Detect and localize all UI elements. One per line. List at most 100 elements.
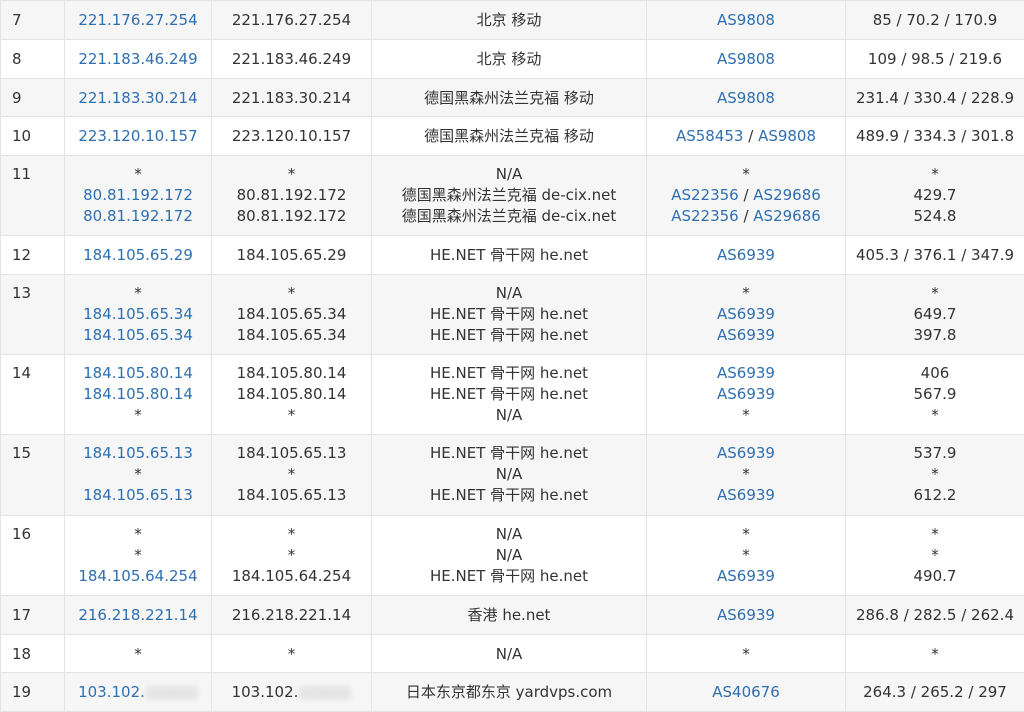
cell-line: 德国黑森州法兰克福 de-cix.net: [372, 206, 646, 227]
ip-cell: 223.120.10.157: [65, 117, 212, 156]
cell-line: 109 / 98.5 / 219.6: [846, 49, 1024, 70]
cell-line: N/A: [372, 524, 646, 545]
ip-link[interactable]: 223.120.10.157: [78, 127, 197, 145]
ip-link[interactable]: 184.105.80.14: [83, 364, 193, 382]
cell-line: 221.183.30.214: [65, 88, 211, 109]
cell-line: *: [846, 405, 1024, 426]
rtt-cell: *: [846, 635, 1024, 673]
rtt-values: 405.3 / 376.1 / 347.9: [856, 246, 1014, 264]
rtt-cell: 109 / 98.5 / 219.6: [846, 40, 1024, 79]
asn-link[interactable]: AS6939: [717, 385, 775, 403]
hostname: 184.105.65.13: [237, 444, 347, 462]
cell-line: HE.NET 骨干网 he.net: [372, 245, 646, 266]
location: 德国黑森州法兰克福 de-cix.net: [402, 186, 617, 204]
cell-line: 184.105.65.34: [212, 304, 371, 325]
ip-link[interactable]: 184.105.64.254: [78, 567, 197, 585]
cell-line: *: [846, 524, 1024, 545]
rtt-cell: 489.9 / 334.3 / 301.8: [846, 117, 1024, 156]
ip-link[interactable]: 221.183.46.249: [78, 50, 197, 68]
table-row: 19103.102.103.102.日本东京都东京 yardvps.comAS4…: [1, 673, 1024, 712]
rtt-cell: 85 / 70.2 / 170.9: [846, 1, 1024, 40]
hostname: 184.105.64.254: [232, 567, 351, 585]
ip-link[interactable]: 184.105.65.34: [83, 326, 193, 344]
location: N/A: [496, 546, 523, 564]
traceroute-table-body: 7221.176.27.254221.176.27.254北京 移动AS9808…: [1, 1, 1024, 712]
hostname: 184.105.80.14: [237, 385, 347, 403]
hostname-cell: **184.105.64.254: [212, 516, 372, 596]
rtt-values: 231.4 / 330.4 / 228.9: [856, 89, 1014, 107]
cell-line: N/A: [372, 464, 646, 485]
cell-line: 567.9: [846, 384, 1024, 405]
ip-link[interactable]: 80.81.192.172: [83, 186, 193, 204]
asn-link[interactable]: AS40676: [712, 683, 780, 701]
hop-number: 8: [12, 49, 64, 70]
ip-link[interactable]: 80.81.192.172: [83, 207, 193, 225]
location-cell: HE.NET 骨干网 he.netHE.NET 骨干网 he.netN/A: [372, 355, 647, 435]
asn-link[interactable]: AS9808: [717, 50, 775, 68]
asn-link[interactable]: AS6939: [717, 326, 775, 344]
location: HE.NET 骨干网 he.net: [430, 486, 588, 504]
asn-link[interactable]: AS6939: [717, 305, 775, 323]
hop-number: 17: [12, 605, 64, 626]
asn-link[interactable]: AS58453: [676, 127, 744, 145]
asn-link[interactable]: AS9808: [717, 89, 775, 107]
asn-cell: AS6939*AS6939: [647, 435, 846, 516]
asn-link[interactable]: AS6939: [717, 486, 775, 504]
ip-link[interactable]: 184.105.65.34: [83, 305, 193, 323]
asn-link[interactable]: AS6939: [717, 606, 775, 624]
hop-number-cell: 9: [1, 79, 65, 117]
asn-link[interactable]: AS9808: [758, 127, 816, 145]
cell-line: 184.105.65.13: [65, 485, 211, 506]
cell-line: 103.102.: [65, 682, 211, 703]
hop-number: 7: [12, 10, 64, 31]
rtt-values: 286.8 / 282.5 / 262.4: [856, 606, 1014, 624]
location: HE.NET 骨干网 he.net: [430, 326, 588, 344]
cell-line: 216.218.221.14: [65, 605, 211, 626]
rtt-cell: 406567.9*: [846, 355, 1024, 435]
asn-link[interactable]: AS29686: [753, 186, 821, 204]
ip-link[interactable]: 184.105.65.13: [83, 486, 193, 504]
asn-link[interactable]: AS6939: [717, 364, 775, 382]
rtt-values: 524.8: [914, 207, 957, 225]
ip-timeout: *: [134, 406, 142, 424]
asn-cell: AS6939AS6939*: [647, 355, 846, 435]
hop-number: 10: [12, 126, 64, 147]
rtt-values: *: [931, 546, 939, 564]
ip-link[interactable]: 103.102.: [78, 683, 145, 701]
asn-link[interactable]: AS6939: [717, 444, 775, 462]
ip-link[interactable]: 184.105.65.29: [83, 246, 193, 264]
cell-line: AS6939: [647, 443, 845, 464]
ip-link[interactable]: 221.176.27.254: [78, 11, 197, 29]
hop-number: 14: [12, 363, 64, 384]
hostname: 103.102.: [232, 683, 299, 701]
cell-line: *: [846, 545, 1024, 566]
cell-line: 184.105.65.34: [65, 304, 211, 325]
cell-line: 184.105.80.14: [212, 384, 371, 405]
asn-separator: /: [743, 127, 758, 145]
hostname: *: [288, 546, 296, 564]
ip-link[interactable]: 216.218.221.14: [78, 606, 197, 624]
table-row: 17216.218.221.14216.218.221.14香港 he.netA…: [1, 596, 1024, 635]
ip-link[interactable]: 184.105.80.14: [83, 385, 193, 403]
ip-cell: 221.176.27.254: [65, 1, 212, 40]
cell-line: AS6939: [647, 304, 845, 325]
asn-link[interactable]: AS29686: [753, 207, 821, 225]
asn-timeout: *: [742, 546, 750, 564]
cell-line: *: [846, 464, 1024, 485]
hostname: 221.183.30.214: [232, 89, 351, 107]
ip-link[interactable]: 184.105.65.13: [83, 444, 193, 462]
asn-link[interactable]: AS22356: [671, 186, 739, 204]
hop-number: 13: [12, 283, 64, 304]
asn-link[interactable]: AS6939: [717, 246, 775, 264]
cell-line: 490.7: [846, 566, 1024, 587]
asn-link[interactable]: AS9808: [717, 11, 775, 29]
asn-cell: AS6939: [647, 596, 846, 635]
cell-line: *: [65, 464, 211, 485]
cell-line: AS6939: [647, 325, 845, 346]
ip-link[interactable]: 221.183.30.214: [78, 89, 197, 107]
asn-timeout: *: [742, 645, 750, 663]
table-row: 15184.105.65.13*184.105.65.13184.105.65.…: [1, 435, 1024, 516]
location: HE.NET 骨干网 he.net: [430, 385, 588, 403]
asn-link[interactable]: AS22356: [671, 207, 739, 225]
asn-link[interactable]: AS6939: [717, 567, 775, 585]
